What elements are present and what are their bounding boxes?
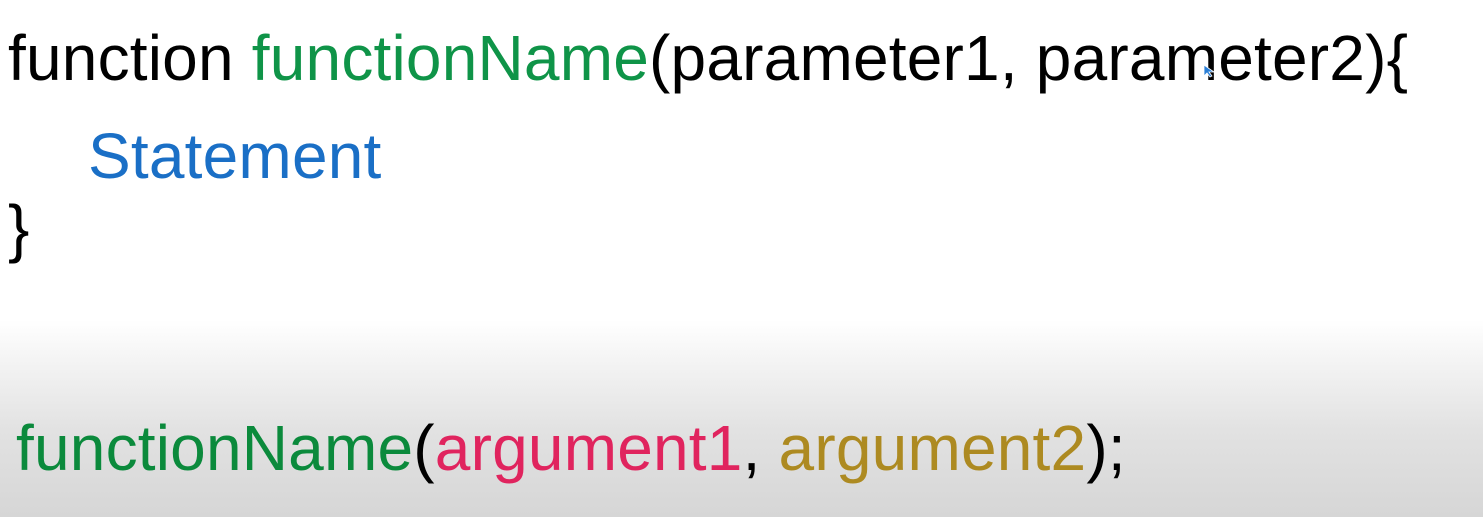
argument-1: argument1 <box>434 412 743 484</box>
close-paren-open-brace: ){ <box>1365 22 1409 94</box>
function-body-statement: Statement <box>88 120 382 192</box>
argument-comma: , <box>742 412 779 484</box>
parameter-2: parameter2 <box>1035 22 1366 94</box>
parameter-comma: , <box>999 22 1036 94</box>
argument-2: argument2 <box>778 412 1087 484</box>
keyword-space <box>234 22 252 94</box>
call-close: ); <box>1086 412 1126 484</box>
slide-canvas: function functionName(parameter1, parame… <box>0 0 1483 517</box>
function-keyword: function <box>8 22 234 94</box>
function-name: functionName <box>251 22 650 94</box>
call-function-name: functionName <box>16 412 414 484</box>
closing-brace: } <box>8 192 30 264</box>
open-paren: ( <box>649 22 671 94</box>
call-open-paren: ( <box>413 412 435 484</box>
function-call-line: functionName(argument1, argument2); <box>16 416 1126 480</box>
parameter-1: parameter1 <box>670 22 1000 94</box>
function-definition-line: function functionName(parameter1, parame… <box>8 26 1408 90</box>
mouse-pointer-icon <box>1203 64 1216 78</box>
